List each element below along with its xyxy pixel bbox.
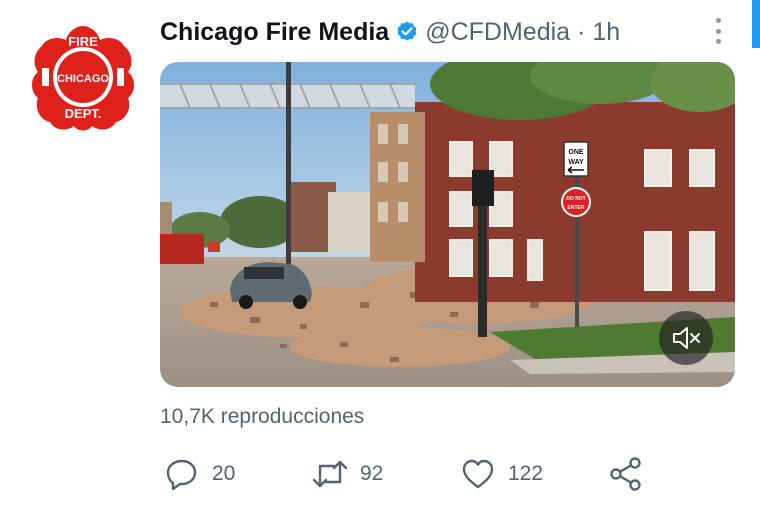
fire-dept-logo: FIRE CHICAGO DEPT. xyxy=(32,26,134,131)
timestamp[interactable]: 1h xyxy=(592,18,620,47)
avatar[interactable]: FIRE CHICAGO DEPT. xyxy=(28,22,138,132)
retweet-icon xyxy=(310,454,350,494)
retweet-button[interactable]: 92 xyxy=(310,452,383,496)
share-button[interactable] xyxy=(606,452,646,496)
retweet-count: 92 xyxy=(360,462,384,485)
share-icon xyxy=(606,454,646,494)
reply-button[interactable]: 20 xyxy=(162,452,235,496)
more-options-icon[interactable] xyxy=(706,16,730,46)
tweet-actions: 20 92 122 xyxy=(160,452,660,496)
heart-icon xyxy=(458,454,498,494)
user-handle[interactable]: @CFDMedia xyxy=(425,18,570,47)
muted-speaker-icon[interactable] xyxy=(659,311,713,365)
view-count: 10,7K reproducciones xyxy=(160,405,365,428)
reply-count: 20 xyxy=(212,462,236,485)
one-way-sign-top: ONE xyxy=(568,149,584,156)
display-name[interactable]: Chicago Fire Media xyxy=(160,18,389,47)
scroll-edge-indicator xyxy=(752,0,760,48)
video-frame: ONE WAY DO NOT ENTER xyxy=(160,62,735,387)
tweet: FIRE CHICAGO DEPT. Chicago Fire Media @C… xyxy=(0,0,760,515)
reply-icon xyxy=(162,454,202,494)
do-not-enter-sign-bottom: ENTER xyxy=(568,205,585,211)
do-not-enter-sign-top: DO NOT xyxy=(566,196,585,202)
tweet-video[interactable]: ONE WAY DO NOT ENTER xyxy=(160,62,735,387)
like-button[interactable]: 122 xyxy=(458,452,543,496)
tweet-header: Chicago Fire Media @CFDMedia · 1h xyxy=(160,14,620,50)
avatar-text-bottom: DEPT. xyxy=(65,106,102,121)
one-way-sign-bottom: WAY xyxy=(568,159,584,166)
like-count: 122 xyxy=(508,462,544,485)
verified-badge-icon xyxy=(395,20,419,44)
avatar-text-middle: CHICAGO xyxy=(57,73,109,85)
avatar-text-top: FIRE xyxy=(68,34,98,49)
separator-dot: · xyxy=(577,17,586,46)
